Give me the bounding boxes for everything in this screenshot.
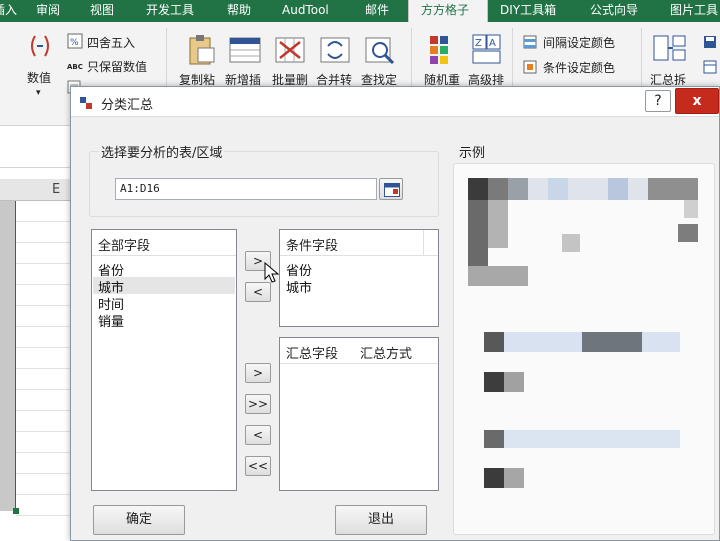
all-fields-list[interactable]: 全部字段 省份 城市 时间 销量 xyxy=(91,229,237,491)
sheet-icon xyxy=(703,60,717,74)
tab-insert[interactable]: 插入 xyxy=(0,0,17,22)
round-button[interactable]: 四舍五入 xyxy=(87,34,135,51)
range-value[interactable]: A1:D16 xyxy=(120,182,160,195)
add-summary-button[interactable]: > xyxy=(245,363,271,383)
dialog-titlebar[interactable]: 分类汇总 ? x xyxy=(71,87,719,117)
column-header-e[interactable]: E xyxy=(52,182,60,197)
example-preview xyxy=(453,163,715,535)
grid-cells[interactable] xyxy=(16,201,70,531)
column-header-row: E xyxy=(0,179,70,201)
example-cell xyxy=(548,178,568,200)
exit-button[interactable]: 退出 xyxy=(335,505,427,535)
example-cell xyxy=(488,178,508,200)
find-locate-icon xyxy=(365,37,395,64)
example-cell xyxy=(484,468,504,488)
batch-delete-icon xyxy=(275,37,305,63)
example-cell xyxy=(468,200,488,266)
list-item[interactable]: 销量 xyxy=(98,311,124,330)
svg-text:A: A xyxy=(489,38,496,49)
subtotal-dialog: 分类汇总 ? x 选择要分析的表/区域 A1:D16 全部字段 省份 城市 时间… xyxy=(70,86,720,541)
fill-handle[interactable] xyxy=(13,508,19,514)
formula-bar[interactable] xyxy=(0,140,70,168)
example-cell xyxy=(468,266,528,286)
example-cell xyxy=(648,178,698,200)
save-icon xyxy=(704,36,716,48)
app-icon xyxy=(80,97,92,109)
all-fields-header-label: 全部字段 xyxy=(98,239,151,254)
example-cell xyxy=(484,372,504,392)
interval-color-icon xyxy=(523,35,537,49)
tab-picture-tools[interactable]: 图片工具 xyxy=(670,0,718,22)
summary-fields-list[interactable]: 汇总字段 汇总方式 xyxy=(279,337,439,491)
all-fields-header: 全部字段 xyxy=(92,230,236,256)
interval-color-button[interactable]: 间隔设定颜色 xyxy=(543,34,615,51)
example-cell xyxy=(508,178,528,200)
close-button[interactable]: x xyxy=(675,88,719,114)
condition-fields-list[interactable]: 条件字段 省份 城市 xyxy=(279,229,439,327)
condition-fields-header-label: 条件字段 xyxy=(286,239,339,254)
column-divider xyxy=(423,230,424,256)
summary-split-icon xyxy=(653,35,686,61)
ok-button[interactable]: 确定 xyxy=(93,505,185,535)
remove-condition-button[interactable]: < xyxy=(245,282,271,302)
example-label: 示例 xyxy=(459,146,486,161)
remove-summary-button[interactable]: < xyxy=(245,425,271,445)
range-select-button[interactable] xyxy=(379,178,403,200)
condition-color-button[interactable]: 条件设定颜色 xyxy=(543,59,615,76)
example-subtotal-row xyxy=(484,430,680,448)
abc-icon: ABC xyxy=(67,63,83,71)
tab-fangfang[interactable]: 方方格子 xyxy=(408,0,488,22)
new-insert-icon xyxy=(229,37,261,63)
example-cell xyxy=(608,178,628,200)
tab-help[interactable]: 帮助 xyxy=(227,0,251,22)
summary-fields-header: 汇总字段 汇总方式 xyxy=(280,338,438,364)
example-cell xyxy=(582,332,642,352)
tab-review[interactable]: 审阅 xyxy=(36,0,60,22)
example-cell xyxy=(484,430,504,448)
condition-fields-header: 条件字段 xyxy=(280,230,438,256)
help-button[interactable]: ? xyxy=(645,90,671,112)
example-cell xyxy=(468,178,488,200)
range-select-icon xyxy=(384,183,400,197)
tab-developer[interactable]: 开发工具 xyxy=(146,0,194,22)
example-cell xyxy=(684,200,698,218)
range-section-label: 选择要分析的表/区域 xyxy=(99,142,225,161)
condition-color-icon xyxy=(523,60,537,74)
tab-formula-wizard[interactable]: 公式向导 xyxy=(590,0,638,22)
merge-convert-icon xyxy=(320,37,350,63)
example-cell xyxy=(484,332,504,352)
copy-paste-icon xyxy=(189,35,215,65)
example-cell xyxy=(488,200,508,248)
round-icon: % xyxy=(67,33,83,49)
example-cell xyxy=(504,372,524,392)
dialog-title: 分类汇总 xyxy=(101,98,154,113)
value-icon xyxy=(31,35,49,57)
advanced-sort-icon: Z A xyxy=(472,34,501,64)
example-cell xyxy=(678,224,698,242)
mouse-cursor-icon xyxy=(264,262,280,283)
ribbon-tab-bar: 插入 审阅 视图 开发工具 帮助 AudTool 邮件 方方格子 DIY工具箱 … xyxy=(0,0,720,22)
svg-text:%: % xyxy=(70,38,79,48)
tab-audtool[interactable]: AudTool xyxy=(282,0,329,22)
example-cell xyxy=(562,234,580,252)
range-input[interactable]: A1:D16 xyxy=(115,178,377,200)
svg-text:Z: Z xyxy=(475,38,482,49)
summary-field-header-label: 汇总字段 xyxy=(286,347,339,362)
tab-mail[interactable]: 邮件 xyxy=(365,0,389,22)
selected-column[interactable] xyxy=(0,201,16,511)
summary-method-header-label: 汇总方式 xyxy=(360,347,413,362)
value-button[interactable]: 数值 xyxy=(27,69,51,86)
tab-view[interactable]: 视图 xyxy=(90,0,114,22)
add-all-summary-button[interactable]: >> xyxy=(245,394,271,414)
value-dropdown-icon[interactable]: ▾ xyxy=(36,88,41,98)
example-cell xyxy=(504,468,524,488)
random-icon xyxy=(430,36,448,64)
keep-value-button[interactable]: 只保留数值 xyxy=(87,58,147,75)
remove-all-summary-button[interactable]: << xyxy=(245,456,271,476)
list-item[interactable]: 城市 xyxy=(286,277,312,296)
tab-diy-toolbox[interactable]: DIY工具箱 xyxy=(500,0,556,22)
